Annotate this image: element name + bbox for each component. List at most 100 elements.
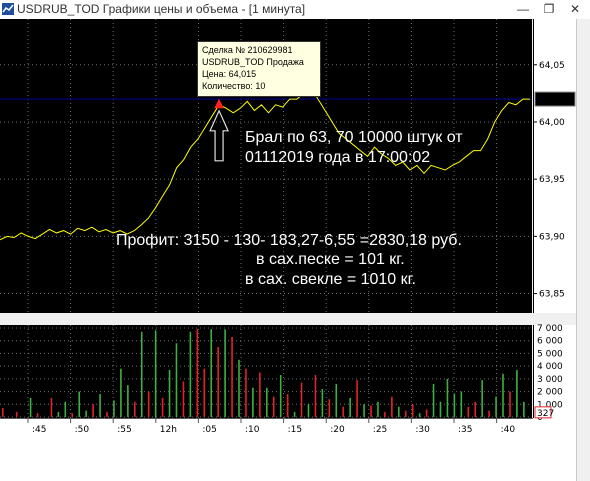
volume-bar <box>29 397 32 417</box>
volume-tick-label: 4 000 <box>537 362 563 372</box>
volume-bar <box>134 401 136 417</box>
time-tick-label: :45 <box>32 425 46 435</box>
volume-bar <box>335 383 338 417</box>
volume-bar <box>203 368 206 417</box>
volume-bar <box>259 372 261 417</box>
volume-bar <box>328 399 331 417</box>
volume-bar <box>224 329 226 417</box>
volume-bar <box>391 396 393 417</box>
volume-bar <box>168 369 171 417</box>
volume-bar <box>342 406 345 417</box>
annotation-buy-date: 01112019 года в 17:00:02 <box>245 149 431 166</box>
volume-bar <box>425 409 428 417</box>
title-bar[interactable]: USDRUB_TOD Графики цены и объема - [1 ми… <box>0 0 590 20</box>
time-tick-label: :10 <box>245 425 260 435</box>
volume-bar <box>453 394 456 417</box>
volume-bar <box>293 411 296 417</box>
price-tick-label: 63,85 <box>539 290 565 300</box>
chart-app-icon <box>2 3 14 15</box>
volume-bar <box>266 387 268 417</box>
volume-bar <box>509 391 511 417</box>
volume-bar <box>189 331 192 417</box>
price-tick-label: 63,95 <box>539 175 565 185</box>
volume-bar <box>252 387 254 417</box>
volume-bar <box>474 401 477 417</box>
minimize-button[interactable]: — <box>510 0 536 19</box>
volume-tick-label: 5 000 <box>537 349 563 359</box>
chart-window: USDRUB_TOD Графики цены и объема - [1 ми… <box>0 0 590 481</box>
tooltip-deal: Сделка № 210629981 <box>202 45 293 55</box>
panel-separator <box>0 313 576 325</box>
volume-bar <box>231 336 233 417</box>
volume-bar <box>279 375 282 417</box>
volume-bar <box>15 411 18 417</box>
volume-bar <box>446 378 449 417</box>
tooltip-instrument: USDRUB_TOD Продажа <box>202 57 304 67</box>
volume-bar <box>523 401 525 417</box>
volume-bar <box>154 330 157 417</box>
volume-bar <box>120 368 122 417</box>
volume-bar <box>314 375 317 417</box>
volume-bar <box>196 329 199 417</box>
volume-bar <box>71 413 74 417</box>
price-tick-label: 63,90 <box>539 232 565 242</box>
volume-bar <box>272 396 275 417</box>
volume-bar <box>377 401 379 417</box>
volume-bar <box>404 410 407 417</box>
volume-bar <box>50 397 53 417</box>
volume-bar <box>467 406 470 417</box>
time-tick-label: :20 <box>330 425 345 435</box>
close-button[interactable]: ✕ <box>562 0 588 19</box>
volume-bar <box>182 381 185 417</box>
volume-bar <box>439 401 442 417</box>
window-title: USDRUB_TOD Графики цены и объема - [1 ми… <box>17 2 306 16</box>
volume-bar <box>113 400 115 417</box>
price-tick-label: 64,05 <box>539 61 565 71</box>
volume-bar <box>370 405 372 417</box>
volume-bar <box>127 385 129 417</box>
deal-tooltip: Сделка № 210629981 USDRUB_TOD Продажа Це… <box>197 41 321 97</box>
volume-bar <box>411 404 414 417</box>
volume-bar <box>140 331 143 417</box>
time-tick-label: :15 <box>288 425 302 435</box>
volume-bar <box>245 368 247 417</box>
volume-tick-label: 2 000 <box>537 388 563 398</box>
volume-bar <box>78 391 81 417</box>
time-tick-label: :55 <box>117 425 131 435</box>
volume-tick-label: 7 000 <box>537 324 563 334</box>
restore-button[interactable]: ❐ <box>536 0 562 19</box>
volume-bar <box>147 391 150 417</box>
volume-bar <box>36 413 39 417</box>
annotation-profit: Профит: 3150 - 130- 183,27-6,55 =2830,18… <box>116 232 462 249</box>
last-volume-label: 327 <box>537 409 554 419</box>
time-tick-label: 12h <box>160 425 177 435</box>
time-tick-label: :50 <box>75 425 90 435</box>
volume-tick-label: 6 000 <box>537 337 563 347</box>
volume-bar <box>418 413 421 417</box>
volume-bar <box>384 411 386 417</box>
volume-bar <box>363 404 365 417</box>
volume-bar <box>495 396 497 417</box>
volume-bar <box>99 394 101 417</box>
volume-bar <box>286 394 289 417</box>
volume-bar <box>321 389 324 417</box>
volume-bar <box>432 383 435 417</box>
tooltip-quantity: Количество: 10 <box>202 81 266 91</box>
volume-bar <box>356 380 358 417</box>
annotation-sugar-beet: в сах. свекле = 1010 кг. <box>245 271 416 288</box>
price-tick-label: 64,00 <box>539 118 565 128</box>
time-tick-label: :25 <box>373 425 387 435</box>
volume-bar <box>516 369 518 417</box>
window-frame-right <box>576 19 590 481</box>
volume-bar <box>85 410 87 417</box>
volume-bar <box>210 329 213 417</box>
volume-bar <box>64 401 67 417</box>
time-tick-label: :05 <box>202 425 216 435</box>
volume-bar <box>300 382 303 417</box>
time-tick-label: :40 <box>501 425 516 435</box>
volume-bar <box>502 373 504 417</box>
volume-bar <box>349 397 351 417</box>
volume-bar <box>481 380 483 417</box>
volume-bar <box>238 359 240 417</box>
volume-bar <box>217 347 219 417</box>
